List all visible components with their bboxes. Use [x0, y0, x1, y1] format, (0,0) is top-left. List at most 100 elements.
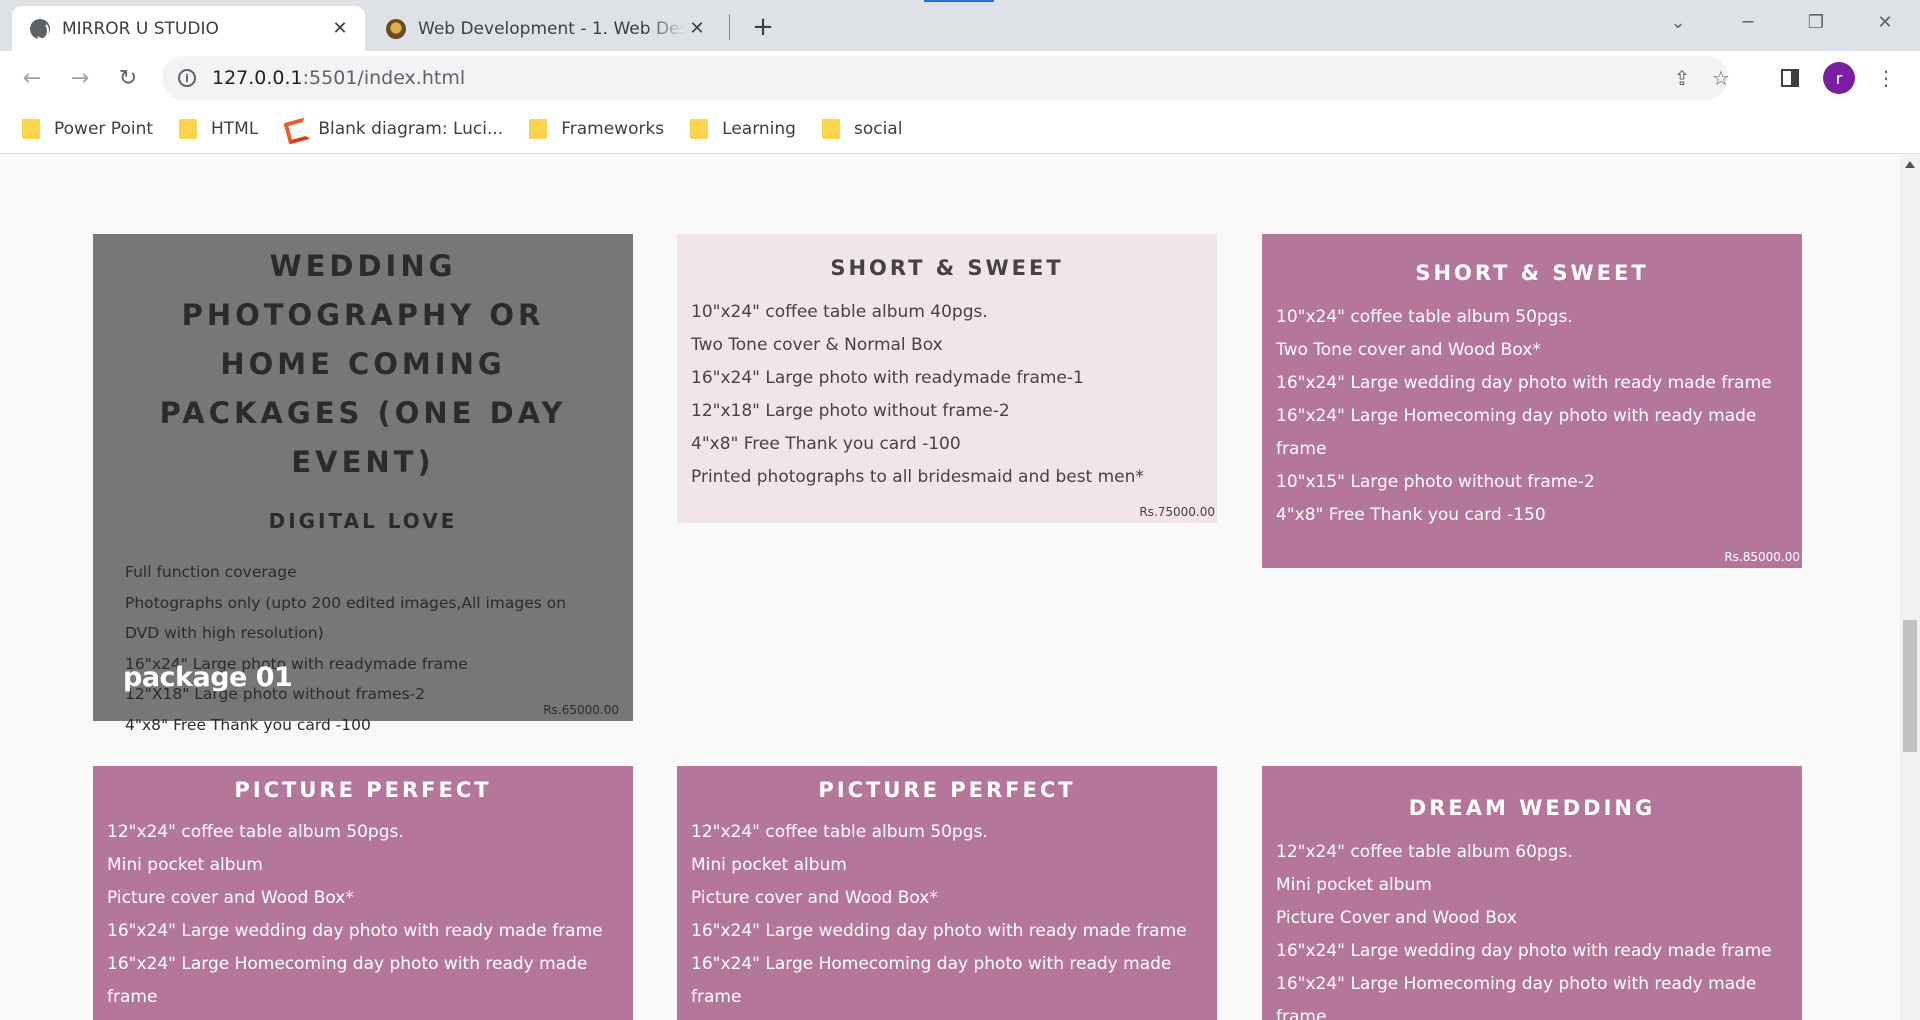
list-item: 16"x24" Large Homecoming day photo with … [1276, 974, 1757, 1020]
page-scrollbar[interactable] [1900, 155, 1920, 1020]
features-list: 10"x24" coffee table album 50pgs. Two To… [1262, 285, 1802, 532]
list-item: 16"x24" Large Homecoming day photo with … [107, 954, 588, 1007]
side-panel-icon[interactable] [1772, 60, 1808, 96]
card-title: SHORT & SWEET [830, 256, 1064, 280]
package-card-digital-love[interactable]: WEDDING PHOTOGRAPHY OR HOME COMING PACKA… [93, 234, 633, 734]
features-list: 12"x24" coffee table album 50pgs. Mini p… [677, 802, 1217, 1014]
list-item: 16"x24" Large photo with readymade frame… [691, 368, 1084, 388]
card-title: SHORT & SWEET [1415, 261, 1649, 285]
list-item: 16"x24" Large wedding day photo with rea… [1276, 941, 1772, 961]
restore-icon[interactable]: ❐ [1786, 0, 1846, 44]
list-item: Photographs only (upto 200 edited images… [125, 593, 567, 643]
bookmark-frameworks[interactable]: Frameworks [529, 119, 664, 139]
list-item: Full function coverage [125, 563, 297, 581]
list-item: 4"x8" Free Thank you card -100 [125, 715, 371, 734]
features-list: 10"x24" coffee table album 40pgs. Two To… [677, 280, 1217, 494]
minimize-icon[interactable]: ─ [1718, 0, 1778, 44]
features-list: 12"x24" coffee table album 60pgs. Mini p… [1262, 820, 1802, 1020]
list-item: 16"x24" Large wedding day photo with rea… [1276, 373, 1772, 393]
list-item: Mini pocket album [1276, 875, 1432, 895]
bookmarks-bar: Power Point HTML Blank diagram: Luci... … [0, 105, 1920, 154]
folder-icon [821, 119, 840, 139]
url-text[interactable]: 127.0.0.1:5501/index.html [212, 67, 465, 89]
profile-avatar[interactable]: r [1823, 62, 1855, 94]
loading-indicator [924, 0, 994, 2]
bookmark-social[interactable]: social [821, 119, 903, 139]
list-item: 12"x24" coffee table album 60pgs. [1276, 842, 1573, 862]
globe-icon [30, 18, 50, 40]
scrollbar-thumb[interactable] [1903, 620, 1917, 752]
site-info-icon[interactable]: i [178, 69, 196, 87]
forward-arrow-icon[interactable]: → [62, 60, 98, 96]
url-path: :5501/index.html [302, 67, 466, 89]
address-bar[interactable]: i 127.0.0.1:5501/index.html ⇪ ☆ [162, 56, 1730, 100]
list-item: 4"x8" Free Thank you card -100 [691, 434, 961, 454]
reload-icon[interactable]: ↻ [110, 60, 146, 96]
package-card-picture-perfect-1[interactable]: PICTURE PERFECT 12"x24" coffee table alb… [93, 766, 633, 1020]
list-item: 10"x24" coffee table album 50pgs. [1276, 307, 1573, 327]
tab-web-development[interactable]: Web Development - 1. Web Design ✕ [372, 6, 722, 51]
bookmark-learning[interactable]: Learning [690, 119, 796, 139]
package-price: Rs.65000.00 [543, 703, 619, 717]
url-host: 127.0.0.1 [212, 67, 303, 89]
tab-strip: MIRROR U STUDIO ✕ Web Development - 1. W… [0, 0, 1920, 51]
package-overlay-label: package 01 [123, 662, 293, 693]
card-title: PICTURE PERFECT [818, 778, 1076, 802]
list-item: Mini pocket album [691, 855, 847, 875]
package-subtitle: DIGITAL LOVE [268, 509, 458, 533]
package-card-short-sweet-1[interactable]: SHORT & SWEET 10"x24" coffee table album… [677, 234, 1217, 523]
folder-icon [529, 119, 548, 139]
package-heading: WEDDING PHOTOGRAPHY OR HOME COMING PACKA… [159, 249, 567, 479]
lucidchart-icon [284, 118, 306, 140]
bookmark-label: HTML [211, 119, 259, 139]
tab-separator [729, 14, 730, 40]
package-card-picture-perfect-2[interactable]: PICTURE PERFECT 12"x24" coffee table alb… [677, 766, 1217, 1020]
bookmark-lucidchart[interactable]: Blank diagram: Luci... [284, 118, 503, 140]
features-list: 12"x24" coffee table album 50pgs. Mini p… [93, 802, 633, 1014]
page-viewport: WEDDING PHOTOGRAPHY OR HOME COMING PACKA… [0, 155, 1900, 1020]
tab-title: Web Development - 1. Web Design [418, 18, 686, 39]
list-item: Two Tone cover and Wood Box* [1276, 340, 1541, 360]
card-title: DREAM WEDDING [1408, 796, 1656, 820]
card-price: Rs.85000.00 [1724, 550, 1800, 564]
tab-title: MIRROR U STUDIO [62, 18, 219, 39]
bookmark-star-icon[interactable]: ☆ [1707, 64, 1735, 92]
new-tab-plus-icon[interactable]: + [748, 12, 778, 42]
bookmark-power-point[interactable]: Power Point [22, 119, 153, 139]
list-item: 16"x24" Large wedding day photo with rea… [107, 921, 603, 941]
tab-search-chevron-icon[interactable]: ⌄ [1648, 0, 1708, 44]
list-item: Picture cover and Wood Box* [107, 888, 354, 908]
bookmark-html[interactable]: HTML [179, 119, 258, 139]
bookmark-label: Frameworks [561, 119, 665, 139]
bookmark-label: Learning [722, 119, 796, 139]
folder-icon [179, 119, 198, 139]
package-card-dream-wedding[interactable]: DREAM WEDDING 12"x24" coffee table album… [1262, 766, 1802, 1020]
card-price: Rs.75000.00 [1139, 505, 1215, 519]
list-item: 16"x24" Large Homecoming day photo with … [1276, 406, 1757, 459]
list-item: 12"x18" Large photo without frame-2 [691, 401, 1010, 421]
list-item: Printed photographs to all bridesmaid an… [691, 467, 1144, 487]
list-item: 10"x15" Large photo without frame-2 [1276, 472, 1595, 492]
list-item: 16"x24" Large wedding day photo with rea… [691, 921, 1187, 941]
scroll-up-arrow-icon[interactable] [1905, 161, 1915, 168]
share-icon[interactable]: ⇪ [1668, 64, 1696, 92]
folder-icon [22, 119, 40, 139]
list-item: 12"x24" coffee table album 50pgs. [691, 822, 988, 842]
list-item: 16"x24" Large Homecoming day photo with … [691, 954, 1172, 1007]
menu-kebab-icon[interactable]: ⋮ [1868, 60, 1904, 96]
list-item: 4"x8" Free Thank you card -150 [1276, 505, 1546, 525]
bookmark-label: Power Point [54, 119, 154, 139]
card-title: PICTURE PERFECT [234, 778, 492, 802]
bookmark-label: social [853, 119, 903, 139]
close-tab-icon[interactable]: ✕ [329, 18, 351, 40]
close-window-icon[interactable]: ✕ [1855, 0, 1915, 44]
package-card-short-sweet-2[interactable]: SHORT & SWEET 10"x24" coffee table album… [1262, 234, 1802, 568]
bookmark-label: Blank diagram: Luci... [318, 119, 504, 139]
list-item: Two Tone cover & Normal Box [691, 335, 943, 355]
list-item: Picture Cover and Wood Box [1276, 908, 1517, 928]
close-tab-icon[interactable]: ✕ [686, 18, 708, 40]
back-arrow-icon[interactable]: ← [14, 60, 50, 96]
tab-mirror-u-studio[interactable]: MIRROR U STUDIO ✕ [12, 6, 365, 51]
browser-toolbar: ← → ↻ i 127.0.0.1:5501/index.html ⇪ ☆ r … [0, 51, 1920, 105]
list-item: Mini pocket album [107, 855, 263, 875]
